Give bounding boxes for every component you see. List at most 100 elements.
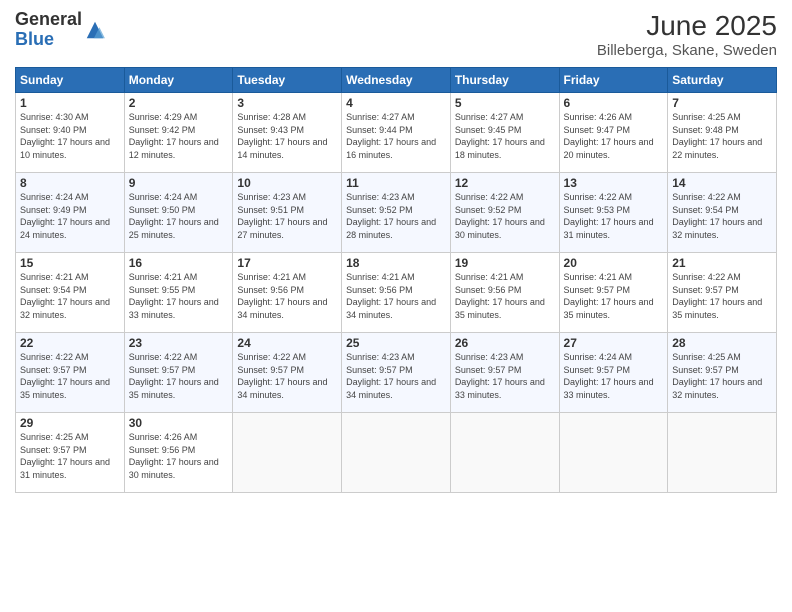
week-row-5: 29 Sunrise: 4:25 AM Sunset: 9:57 PM Dayl… <box>16 413 777 493</box>
calendar-cell: 16 Sunrise: 4:21 AM Sunset: 9:55 PM Dayl… <box>124 253 233 333</box>
week-row-3: 15 Sunrise: 4:21 AM Sunset: 9:54 PM Dayl… <box>16 253 777 333</box>
day-info: Sunrise: 4:23 AM Sunset: 9:51 PM Dayligh… <box>237 192 327 240</box>
day-number: 15 <box>20 256 120 270</box>
calendar-cell: 4 Sunrise: 4:27 AM Sunset: 9:44 PM Dayli… <box>342 93 451 173</box>
calendar-cell: 5 Sunrise: 4:27 AM Sunset: 9:45 PM Dayli… <box>450 93 559 173</box>
calendar-cell <box>559 413 668 493</box>
day-info: Sunrise: 4:22 AM Sunset: 9:53 PM Dayligh… <box>564 192 654 240</box>
calendar-cell: 12 Sunrise: 4:22 AM Sunset: 9:52 PM Dayl… <box>450 173 559 253</box>
header-cell-tuesday: Tuesday <box>233 68 342 93</box>
day-info: Sunrise: 4:29 AM Sunset: 9:42 PM Dayligh… <box>129 112 219 160</box>
day-info: Sunrise: 4:21 AM Sunset: 9:55 PM Dayligh… <box>129 272 219 320</box>
day-info: Sunrise: 4:26 AM Sunset: 9:56 PM Dayligh… <box>129 432 219 480</box>
calendar-header: SundayMondayTuesdayWednesdayThursdayFrid… <box>16 68 777 93</box>
day-number: 17 <box>237 256 337 270</box>
day-info: Sunrise: 4:30 AM Sunset: 9:40 PM Dayligh… <box>20 112 110 160</box>
day-number: 16 <box>129 256 229 270</box>
week-row-1: 1 Sunrise: 4:30 AM Sunset: 9:40 PM Dayli… <box>16 93 777 173</box>
calendar-cell <box>233 413 342 493</box>
day-info: Sunrise: 4:25 AM Sunset: 9:57 PM Dayligh… <box>20 432 110 480</box>
day-info: Sunrise: 4:21 AM Sunset: 9:56 PM Dayligh… <box>455 272 545 320</box>
calendar-cell: 13 Sunrise: 4:22 AM Sunset: 9:53 PM Dayl… <box>559 173 668 253</box>
day-number: 8 <box>20 176 120 190</box>
day-info: Sunrise: 4:23 AM Sunset: 9:52 PM Dayligh… <box>346 192 436 240</box>
calendar-cell: 21 Sunrise: 4:22 AM Sunset: 9:57 PM Dayl… <box>668 253 777 333</box>
header: General Blue June 2025 Billeberga, Skane… <box>15 10 777 59</box>
calendar-cell: 24 Sunrise: 4:22 AM Sunset: 9:57 PM Dayl… <box>233 333 342 413</box>
calendar-cell: 14 Sunrise: 4:22 AM Sunset: 9:54 PM Dayl… <box>668 173 777 253</box>
header-cell-saturday: Saturday <box>668 68 777 93</box>
header-cell-sunday: Sunday <box>16 68 125 93</box>
calendar-cell: 2 Sunrise: 4:29 AM Sunset: 9:42 PM Dayli… <box>124 93 233 173</box>
day-number: 10 <box>237 176 337 190</box>
day-info: Sunrise: 4:22 AM Sunset: 9:52 PM Dayligh… <box>455 192 545 240</box>
day-number: 18 <box>346 256 446 270</box>
day-number: 3 <box>237 96 337 110</box>
header-cell-monday: Monday <box>124 68 233 93</box>
week-row-4: 22 Sunrise: 4:22 AM Sunset: 9:57 PM Dayl… <box>16 333 777 413</box>
page: General Blue June 2025 Billeberga, Skane… <box>0 0 792 612</box>
day-info: Sunrise: 4:27 AM Sunset: 9:45 PM Dayligh… <box>455 112 545 160</box>
day-number: 2 <box>129 96 229 110</box>
day-number: 4 <box>346 96 446 110</box>
day-number: 5 <box>455 96 555 110</box>
calendar-cell: 8 Sunrise: 4:24 AM Sunset: 9:49 PM Dayli… <box>16 173 125 253</box>
calendar-cell: 26 Sunrise: 4:23 AM Sunset: 9:57 PM Dayl… <box>450 333 559 413</box>
day-number: 1 <box>20 96 120 110</box>
day-number: 20 <box>564 256 664 270</box>
calendar-table: SundayMondayTuesdayWednesdayThursdayFrid… <box>15 67 777 493</box>
day-info: Sunrise: 4:21 AM Sunset: 9:56 PM Dayligh… <box>237 272 327 320</box>
day-info: Sunrise: 4:22 AM Sunset: 9:57 PM Dayligh… <box>672 272 762 320</box>
calendar-cell: 23 Sunrise: 4:22 AM Sunset: 9:57 PM Dayl… <box>124 333 233 413</box>
main-title: June 2025 <box>597 10 777 42</box>
logo: General Blue <box>15 10 106 50</box>
calendar-cell: 30 Sunrise: 4:26 AM Sunset: 9:56 PM Dayl… <box>124 413 233 493</box>
calendar-cell: 20 Sunrise: 4:21 AM Sunset: 9:57 PM Dayl… <box>559 253 668 333</box>
calendar-cell: 17 Sunrise: 4:21 AM Sunset: 9:56 PM Dayl… <box>233 253 342 333</box>
day-number: 6 <box>564 96 664 110</box>
calendar-cell: 27 Sunrise: 4:24 AM Sunset: 9:57 PM Dayl… <box>559 333 668 413</box>
day-info: Sunrise: 4:22 AM Sunset: 9:57 PM Dayligh… <box>237 352 327 400</box>
day-number: 11 <box>346 176 446 190</box>
header-cell-thursday: Thursday <box>450 68 559 93</box>
calendar-cell: 1 Sunrise: 4:30 AM Sunset: 9:40 PM Dayli… <box>16 93 125 173</box>
header-row: SundayMondayTuesdayWednesdayThursdayFrid… <box>16 68 777 93</box>
calendar-cell: 6 Sunrise: 4:26 AM Sunset: 9:47 PM Dayli… <box>559 93 668 173</box>
header-cell-wednesday: Wednesday <box>342 68 451 93</box>
day-number: 28 <box>672 336 772 350</box>
logo-general-text: General <box>15 9 82 29</box>
calendar-cell: 28 Sunrise: 4:25 AM Sunset: 9:57 PM Dayl… <box>668 333 777 413</box>
calendar-cell: 9 Sunrise: 4:24 AM Sunset: 9:50 PM Dayli… <box>124 173 233 253</box>
logo-blue-text: Blue <box>15 29 54 49</box>
day-number: 26 <box>455 336 555 350</box>
day-number: 24 <box>237 336 337 350</box>
sub-title: Billeberga, Skane, Sweden <box>597 42 777 59</box>
calendar-cell: 29 Sunrise: 4:25 AM Sunset: 9:57 PM Dayl… <box>16 413 125 493</box>
logo-icon <box>84 19 106 41</box>
day-info: Sunrise: 4:24 AM Sunset: 9:50 PM Dayligh… <box>129 192 219 240</box>
day-info: Sunrise: 4:26 AM Sunset: 9:47 PM Dayligh… <box>564 112 654 160</box>
day-info: Sunrise: 4:23 AM Sunset: 9:57 PM Dayligh… <box>346 352 436 400</box>
day-number: 29 <box>20 416 120 430</box>
day-info: Sunrise: 4:23 AM Sunset: 9:57 PM Dayligh… <box>455 352 545 400</box>
day-info: Sunrise: 4:21 AM Sunset: 9:56 PM Dayligh… <box>346 272 436 320</box>
week-row-2: 8 Sunrise: 4:24 AM Sunset: 9:49 PM Dayli… <box>16 173 777 253</box>
day-number: 27 <box>564 336 664 350</box>
day-number: 12 <box>455 176 555 190</box>
calendar-cell <box>342 413 451 493</box>
calendar-cell: 18 Sunrise: 4:21 AM Sunset: 9:56 PM Dayl… <box>342 253 451 333</box>
calendar-cell <box>668 413 777 493</box>
day-info: Sunrise: 4:24 AM Sunset: 9:49 PM Dayligh… <box>20 192 110 240</box>
day-info: Sunrise: 4:21 AM Sunset: 9:57 PM Dayligh… <box>564 272 654 320</box>
day-info: Sunrise: 4:24 AM Sunset: 9:57 PM Dayligh… <box>564 352 654 400</box>
day-info: Sunrise: 4:22 AM Sunset: 9:57 PM Dayligh… <box>20 352 110 400</box>
calendar-cell: 22 Sunrise: 4:22 AM Sunset: 9:57 PM Dayl… <box>16 333 125 413</box>
day-number: 9 <box>129 176 229 190</box>
day-info: Sunrise: 4:22 AM Sunset: 9:57 PM Dayligh… <box>129 352 219 400</box>
header-cell-friday: Friday <box>559 68 668 93</box>
calendar-cell: 3 Sunrise: 4:28 AM Sunset: 9:43 PM Dayli… <box>233 93 342 173</box>
day-number: 13 <box>564 176 664 190</box>
calendar-cell: 11 Sunrise: 4:23 AM Sunset: 9:52 PM Dayl… <box>342 173 451 253</box>
day-number: 25 <box>346 336 446 350</box>
day-number: 14 <box>672 176 772 190</box>
